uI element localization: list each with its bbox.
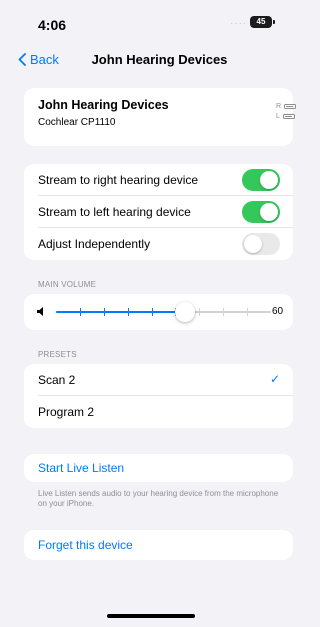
nav-bar: Back John Hearing Devices: [0, 44, 301, 78]
volume-tick: [223, 308, 224, 316]
signal-icon: ····: [230, 18, 248, 29]
volume-tick: [199, 308, 200, 316]
volume-value: 60: [272, 306, 284, 317]
presets-card: Scan 2 ✓ Program 2: [24, 364, 293, 428]
toggle-knob: [244, 235, 262, 253]
volume-tick: [128, 308, 129, 316]
left-battery-label: L: [276, 113, 280, 120]
volume-card: 60: [24, 294, 293, 330]
volume-tick: [152, 308, 153, 316]
volume-tick: [104, 308, 105, 316]
status-time: 4:06: [38, 17, 67, 33]
checkmark-icon: ✓: [270, 372, 281, 386]
right-battery-label: R: [276, 103, 282, 110]
volume-slider-thumb[interactable]: [175, 302, 195, 322]
forget-device-card: Forget this device: [24, 530, 293, 560]
battery-cap: [273, 20, 275, 24]
status-bar: 4:06 ···· 45: [0, 0, 301, 44]
volume-tick: [80, 308, 81, 316]
stream-left-row: Stream to left hearing device: [24, 196, 293, 228]
volume-section-header: MAIN VOLUME: [38, 280, 97, 289]
battery-icon: 45: [250, 16, 272, 28]
toggle-knob: [260, 203, 278, 221]
live-listen-description: Live Listen sends audio to your hearing …: [38, 489, 279, 508]
left-battery-indicator: L: [276, 113, 295, 120]
stream-right-label: Stream to right hearing device: [38, 173, 199, 187]
stream-left-toggle[interactable]: [242, 201, 280, 223]
device-model: Cochlear CP1110: [38, 117, 116, 128]
toggle-knob: [260, 171, 278, 189]
speaker-icon: [37, 307, 43, 316]
device-name: John Hearing Devices: [38, 98, 169, 112]
presets-section-header: PRESETS: [38, 350, 77, 359]
adjust-independently-label: Adjust Independently: [38, 237, 151, 251]
adjust-independently-row: Adjust Independently: [24, 228, 293, 260]
home-indicator[interactable]: [107, 614, 195, 618]
preset-item-program-2[interactable]: Program 2: [24, 396, 293, 428]
volume-tick: [247, 308, 248, 316]
page-title: John Hearing Devices: [91, 52, 228, 67]
right-battery-indicator: R: [276, 103, 297, 110]
left-battery-icon: [282, 114, 295, 119]
volume-slider-fill: [56, 311, 185, 313]
preset-label: Program 2: [38, 405, 95, 419]
stream-left-label: Stream to left hearing device: [38, 205, 191, 219]
live-listen-card: Start Live Listen: [24, 454, 293, 482]
streaming-settings-card: Stream to right hearing device Stream to…: [24, 164, 293, 260]
forget-device-button[interactable]: Forget this device: [38, 538, 133, 552]
preset-label: Scan 2: [38, 373, 76, 387]
preset-item-scan-2[interactable]: Scan 2 ✓: [24, 364, 293, 396]
adjust-independently-toggle[interactable]: [242, 233, 280, 255]
device-card: John Hearing Devices Cochlear CP1110 R L: [24, 88, 297, 146]
stream-right-row: Stream to right hearing device: [24, 164, 293, 196]
volume-slider[interactable]: [56, 302, 271, 322]
start-live-listen-button[interactable]: Start Live Listen: [38, 461, 124, 475]
right-battery-icon: [284, 104, 297, 109]
stream-right-toggle[interactable]: [242, 169, 280, 191]
